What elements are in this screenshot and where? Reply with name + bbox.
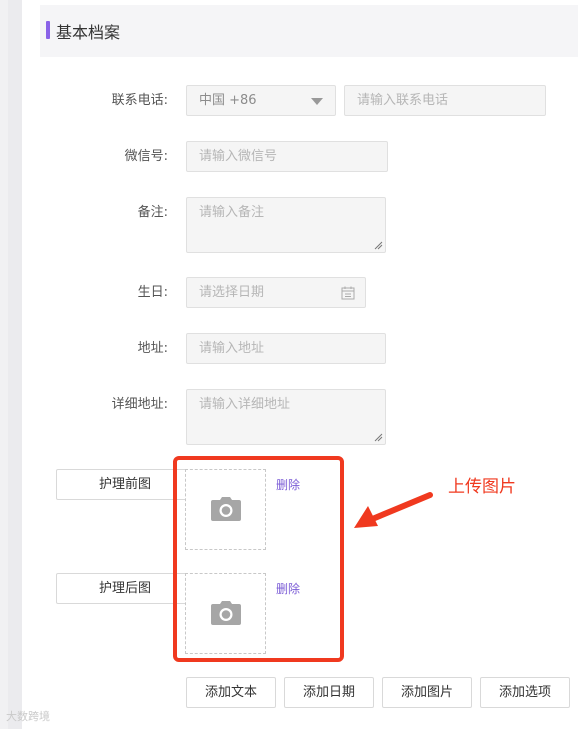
phone-label: 联系电话: <box>111 93 168 108</box>
left-rail-inner <box>8 0 22 729</box>
add-image-button[interactable]: 添加图片 <box>382 677 472 708</box>
birthday-placeholder: 请选择日期 <box>199 285 265 300</box>
calendar-icon <box>341 286 355 300</box>
add-option-button[interactable]: 添加选项 <box>480 677 570 708</box>
birthday-date-picker[interactable]: 请选择日期 <box>186 277 366 308</box>
caret-down-icon <box>311 98 323 105</box>
remark-label: 备注: <box>137 205 168 220</box>
address-input[interactable]: 请输入地址 <box>186 333 386 364</box>
birthday-label: 生日: <box>137 285 168 300</box>
phone-input[interactable]: 请输入联系电话 <box>344 85 546 116</box>
wechat-input[interactable]: 请输入微信号 <box>186 141 388 172</box>
add-date-button[interactable]: 添加日期 <box>284 677 374 708</box>
detail-address-placeholder: 请输入详细地址 <box>199 397 291 412</box>
left-rail <box>0 0 22 729</box>
remark-textarea[interactable]: 请输入备注 <box>186 197 386 253</box>
resize-grip-icon[interactable] <box>374 433 383 442</box>
country-code-select[interactable]: 中国 +86 <box>186 85 336 116</box>
watermark: 大数跨境 <box>6 710 50 723</box>
section-accent-bar <box>46 21 50 39</box>
detail-address-label: 详细地址: <box>111 397 168 412</box>
annotation-text: 上传图片 <box>448 477 516 497</box>
section-title: 基本档案 <box>56 23 121 42</box>
remark-placeholder: 请输入备注 <box>199 205 265 220</box>
country-code-value: 中国 +86 <box>199 93 257 108</box>
section-header: 基本档案 <box>40 5 578 57</box>
wechat-label: 微信号: <box>124 149 168 164</box>
add-text-button[interactable]: 添加文本 <box>186 677 276 708</box>
annotation-arrow-icon <box>354 492 433 528</box>
resize-grip-icon[interactable] <box>374 241 383 250</box>
address-label: 地址: <box>137 341 168 356</box>
upload-highlight-box <box>173 456 344 662</box>
detail-address-textarea[interactable]: 请输入详细地址 <box>186 389 386 445</box>
